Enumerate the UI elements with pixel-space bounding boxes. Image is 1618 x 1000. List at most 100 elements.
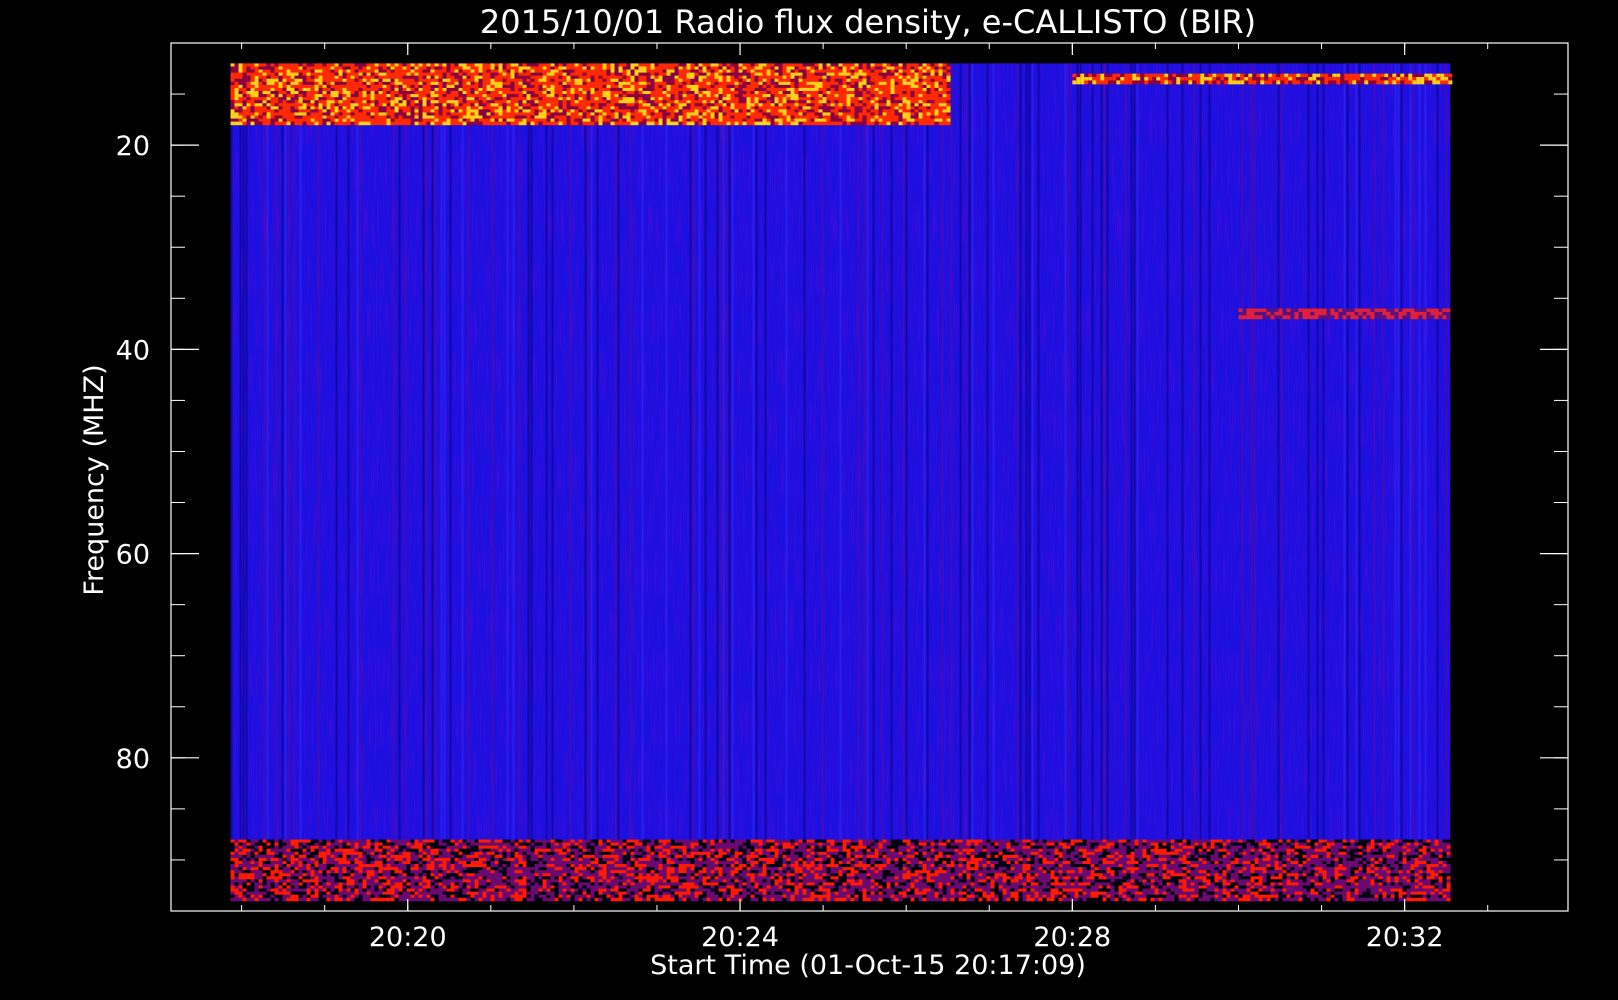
rfi-cell	[522, 63, 527, 67]
rfi-cell	[886, 842, 891, 847]
rfi-cell	[634, 118, 639, 123]
rfi-cell	[498, 112, 503, 117]
rfi-cell	[1366, 308, 1371, 313]
rfi-cell	[338, 115, 343, 120]
rfi-cell	[1426, 308, 1431, 313]
rfi-cell	[854, 112, 859, 117]
rfi-cell	[1284, 80, 1289, 85]
rfi-cell	[794, 118, 799, 123]
rfi-cell	[414, 87, 419, 92]
rfi-cell	[570, 112, 575, 117]
rfi-cell	[902, 103, 907, 107]
rfi-cell	[774, 69, 779, 74]
rfi-cell	[466, 90, 471, 95]
rfi-cell	[270, 842, 275, 847]
rfi-cell	[566, 839, 571, 844]
rfi-cell	[1406, 839, 1411, 844]
rfi-cell	[478, 121, 483, 126]
rfi-cell	[790, 81, 795, 86]
rfi-cell	[426, 72, 431, 77]
rfi-cell	[746, 69, 751, 74]
rfi-cell	[346, 118, 351, 123]
rfi-cell	[906, 109, 911, 113]
rfi-cell	[850, 839, 855, 844]
rfi-cell	[498, 90, 503, 95]
rfi-cell	[770, 112, 775, 117]
rfi-cell	[718, 115, 723, 120]
rfi-cell	[230, 100, 235, 104]
rfi-cell	[378, 845, 383, 850]
rfi-cell	[258, 78, 263, 83]
rfi-cell	[230, 78, 235, 83]
rfi-cell	[478, 84, 483, 89]
rfi-cell	[774, 78, 779, 83]
rfi-cell	[1314, 311, 1319, 316]
rfi-cell	[682, 100, 687, 104]
rfi-cell	[830, 112, 835, 117]
rfi-cell	[230, 106, 235, 110]
rfi-cell	[502, 94, 507, 98]
rfi-cell	[574, 845, 579, 850]
rfi-cell	[434, 112, 439, 117]
rfi-cell	[642, 94, 647, 98]
rfi-cell	[626, 842, 631, 847]
rfi-cell	[1030, 845, 1035, 850]
rfi-cell	[630, 69, 635, 74]
rfi-cell	[774, 66, 779, 71]
rfi-cell	[854, 839, 859, 844]
rfi-cell	[854, 78, 859, 83]
rfi-cell	[286, 78, 291, 83]
rfi-cell	[710, 109, 715, 113]
rfi-cell	[634, 106, 639, 110]
rfi-cell	[730, 63, 735, 67]
rfi-cell	[642, 103, 647, 107]
rfi-cell	[434, 81, 439, 86]
rfi-cell	[246, 97, 251, 101]
rfi-cell	[874, 78, 879, 83]
rfi-cell	[742, 100, 747, 104]
rfi-cell	[254, 106, 259, 110]
rfi-cell	[574, 69, 579, 74]
rfi-cell	[326, 66, 331, 71]
rfi-cell	[774, 63, 779, 67]
rfi-cell	[710, 103, 715, 107]
rfi-cell	[626, 78, 631, 83]
rfi-cell	[770, 81, 775, 86]
rfi-cell	[1200, 80, 1205, 85]
rfi-cell	[454, 115, 459, 120]
rfi-cell	[422, 839, 427, 844]
rfi-cell	[638, 72, 643, 77]
rfi-cell	[598, 97, 603, 101]
rfi-cell	[582, 112, 587, 117]
rfi-cell	[426, 75, 431, 80]
rfi-cell	[886, 121, 891, 126]
rfi-cell	[614, 106, 619, 110]
rfi-cell	[270, 106, 275, 110]
rfi-cell	[706, 112, 711, 117]
rfi-cell	[502, 109, 507, 113]
rfi-cell	[282, 115, 287, 120]
rfi-cell	[722, 118, 727, 123]
rfi-cell	[858, 109, 863, 113]
rfi-cell	[1330, 311, 1335, 316]
rfi-cell	[454, 90, 459, 95]
rfi-cell	[566, 87, 571, 92]
rfi-cell	[890, 106, 895, 110]
rfi-cell	[558, 103, 563, 107]
rfi-cell	[586, 845, 591, 850]
rfi-cell	[290, 112, 295, 117]
rfi-cell	[398, 90, 403, 95]
rfi-cell	[586, 839, 591, 844]
rfi-cell	[1224, 80, 1229, 85]
rfi-cell	[838, 121, 843, 126]
rfi-cell	[714, 72, 719, 77]
rfi-cell	[442, 118, 447, 123]
rfi-cell	[858, 63, 863, 67]
rfi-cell	[814, 87, 819, 92]
rfi-cell	[598, 90, 603, 95]
rfi-cell	[342, 75, 347, 80]
rfi-cell	[358, 118, 363, 123]
rfi-cell	[266, 100, 271, 104]
rfi-cell	[1424, 80, 1429, 85]
rfi-cell	[314, 121, 319, 126]
